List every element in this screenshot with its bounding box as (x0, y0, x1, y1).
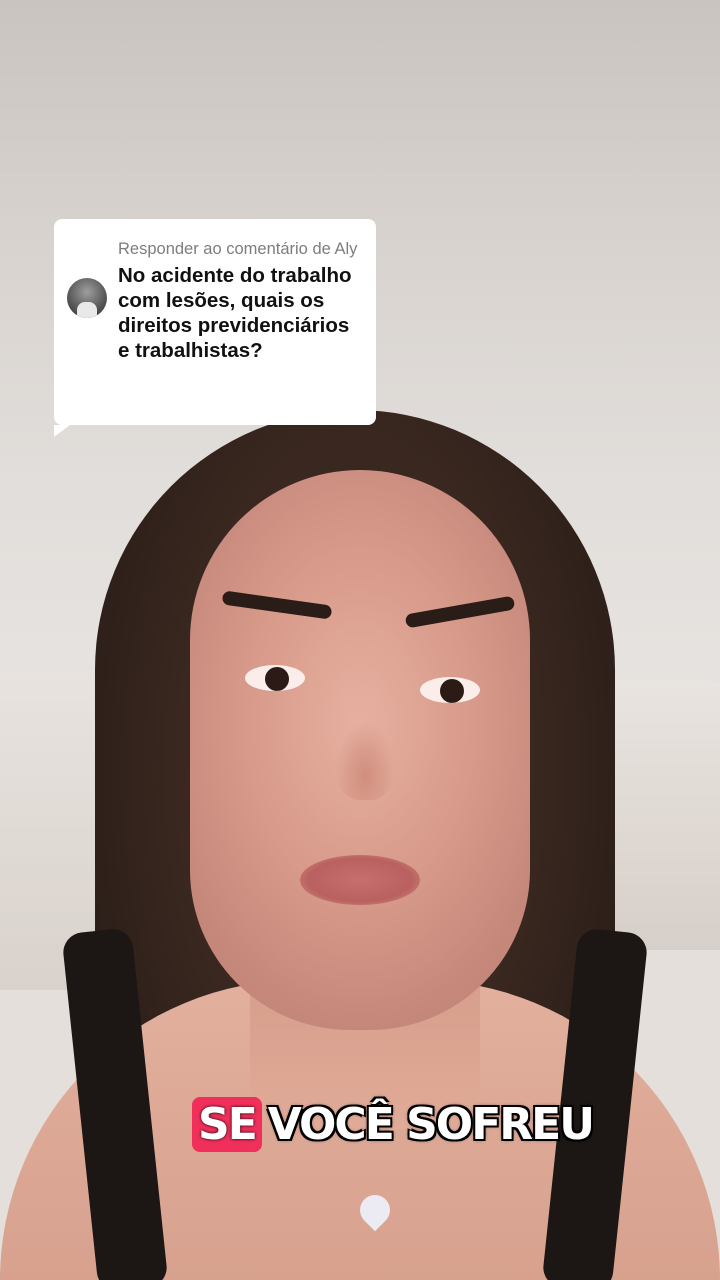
comment-reply-sticker[interactable]: Responder ao comentário de Aly No aciden… (54, 219, 376, 437)
comment-text: No acidente do trabalho com lesões, quai… (118, 264, 352, 362)
reply-header: Responder ao comentário de Aly (118, 240, 358, 258)
caption-text: VOCÊ SOFREU (267, 1098, 595, 1150)
eye-right (420, 677, 480, 703)
person-mouth (300, 855, 420, 905)
eye-left (245, 665, 305, 691)
avatar[interactable] (67, 278, 107, 318)
sticker-tail (54, 425, 70, 437)
caption-subtitle: SE VOCÊ SOFREU (192, 1088, 595, 1160)
person-nose (335, 720, 395, 800)
caption-highlight-word: SE (192, 1096, 262, 1152)
